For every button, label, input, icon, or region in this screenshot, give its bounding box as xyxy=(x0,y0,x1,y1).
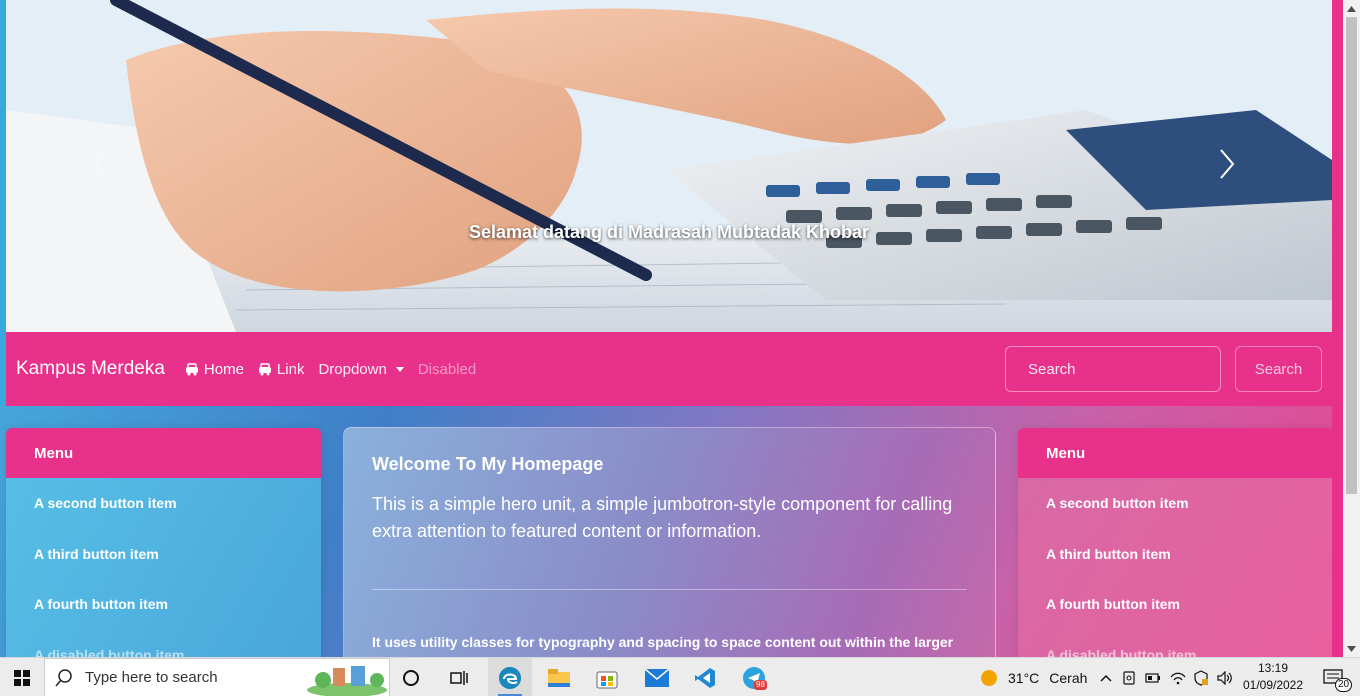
menu-item[interactable]: A third button item xyxy=(1018,529,1333,580)
chevron-right-icon xyxy=(1220,149,1235,179)
taskbar-app-mail[interactable] xyxy=(636,658,678,696)
chevron-up-icon xyxy=(1100,674,1112,682)
caret-down-icon xyxy=(395,366,404,372)
navbar: Kampus Merdeka Home Link Dropdown Disabl… xyxy=(6,332,1332,406)
triangle-down-icon xyxy=(1347,645,1356,652)
search-icon xyxy=(55,668,72,686)
navbar-brand[interactable]: Kampus Merdeka xyxy=(16,358,165,380)
scroll-up-button[interactable] xyxy=(1343,0,1360,17)
wifi-icon xyxy=(1170,672,1186,684)
speaker-icon xyxy=(1217,670,1232,685)
jumbotron-body: It uses utility classes for typography a… xyxy=(372,634,954,650)
weather-temp: 31°C xyxy=(1008,669,1040,686)
menu-item[interactable]: A fourth button item xyxy=(1018,579,1333,630)
jumbotron-title: Welcome To My Homepage xyxy=(372,454,604,474)
weather-widget[interactable]: 31°C Cerah xyxy=(980,658,1087,696)
clock-date: 01/09/2022 xyxy=(1242,678,1304,692)
scroll-down-button[interactable] xyxy=(1343,640,1360,657)
taskbar-app-edge[interactable] xyxy=(488,658,532,696)
nav-link-label: Disabled xyxy=(417,360,477,378)
page-viewport: Selamat datang di Madrasah Mubtadak Khob… xyxy=(0,0,1343,657)
menu-item[interactable]: A fourth button item xyxy=(6,579,321,630)
clock-time: 13:19 xyxy=(1257,661,1289,675)
folder-icon xyxy=(548,668,570,687)
taskbar-clock[interactable]: 13:19 01/09/2022 xyxy=(1240,660,1306,694)
scroll-thumb[interactable] xyxy=(1346,17,1357,494)
menu-item[interactable]: A second button item xyxy=(6,478,321,529)
menu-item-disabled: A disabled button item xyxy=(34,646,185,657)
taskbar-app-telegram[interactable]: 98 xyxy=(732,658,776,696)
nav-link-label: Home xyxy=(203,360,244,378)
menu-right: Menu A second button item A third button… xyxy=(1018,428,1333,657)
device-icon-button[interactable] xyxy=(1122,658,1138,696)
divider xyxy=(372,589,967,590)
shield-icon xyxy=(1194,669,1208,686)
carousel-caption: Selamat datang di Madrasah Mubtadak Khob… xyxy=(468,222,870,242)
search-button[interactable]: Search xyxy=(1235,346,1322,392)
weather-desc: Cerah xyxy=(1049,669,1088,686)
volume-button[interactable] xyxy=(1217,658,1235,696)
edge-icon xyxy=(499,666,521,689)
menu-item[interactable]: A third button item xyxy=(6,529,321,580)
notification-count-badge: 20 xyxy=(1335,678,1353,692)
menu-header: Menu xyxy=(6,428,321,478)
windows-icon xyxy=(14,669,30,686)
search-highlight-illustration xyxy=(307,666,387,696)
triangle-up-icon xyxy=(1347,5,1356,12)
nav-link-link[interactable]: Link xyxy=(258,360,305,378)
nav-link-disabled: Disabled xyxy=(418,361,476,378)
mail-icon xyxy=(645,668,669,687)
store-icon xyxy=(596,671,618,688)
chevron-left-icon xyxy=(93,149,108,179)
taskbar-app-store[interactable] xyxy=(586,658,628,696)
security-button[interactable] xyxy=(1193,658,1211,696)
jumbotron-lead: This is a simple hero unit, a simple jum… xyxy=(372,494,953,541)
taskbar-search-placeholder: Type here to search xyxy=(85,669,218,686)
right-edge-strip xyxy=(1332,0,1343,657)
battery-icon xyxy=(1145,672,1160,683)
battery-button[interactable] xyxy=(1145,658,1163,696)
jumbotron: Welcome To My Homepage This is a simple … xyxy=(343,427,996,657)
taskbar: Type here to search 98 31°C Cerah 13:19 … xyxy=(0,657,1360,696)
car-icon xyxy=(185,362,198,375)
cortana-button[interactable] xyxy=(392,658,430,696)
notification-center-button[interactable]: 20 xyxy=(1318,658,1353,696)
task-view-button[interactable] xyxy=(440,658,478,696)
carousel-prev-button[interactable] xyxy=(92,148,122,184)
taskbar-app-vscode[interactable] xyxy=(684,658,726,696)
show-hidden-icons-button[interactable] xyxy=(1096,658,1116,696)
search-input[interactable] xyxy=(1005,346,1221,392)
nav-link-label: Dropdown xyxy=(318,360,387,378)
cortana-icon xyxy=(403,669,419,686)
page-scrollbar[interactable] xyxy=(1343,0,1360,657)
nav-dropdown-toggle[interactable]: Dropdown xyxy=(318,360,404,378)
menu-header: Menu xyxy=(1018,428,1333,478)
menu-item-disabled: A disabled button item xyxy=(1046,646,1197,657)
vscode-icon xyxy=(695,667,715,688)
device-icon xyxy=(1123,670,1135,685)
telegram-badge: 98 xyxy=(754,680,767,690)
wifi-button[interactable] xyxy=(1170,658,1188,696)
task-view-icon xyxy=(450,670,468,685)
menu-item[interactable]: A second button item xyxy=(1018,478,1333,529)
start-button[interactable] xyxy=(0,658,44,696)
menu-left: Menu A second button item A third button… xyxy=(6,428,321,657)
taskbar-app-file-explorer[interactable] xyxy=(538,658,580,696)
carousel-image xyxy=(6,0,1332,332)
taskbar-search-box[interactable]: Type here to search xyxy=(44,658,390,696)
sun-icon xyxy=(981,669,997,686)
car-icon xyxy=(258,362,271,375)
carousel-next-button[interactable] xyxy=(1218,148,1248,184)
hero-carousel: Selamat datang di Madrasah Mubtadak Khob… xyxy=(6,0,1332,332)
nav-link-label: Link xyxy=(276,360,305,378)
nav-link-home[interactable]: Home xyxy=(185,361,244,378)
